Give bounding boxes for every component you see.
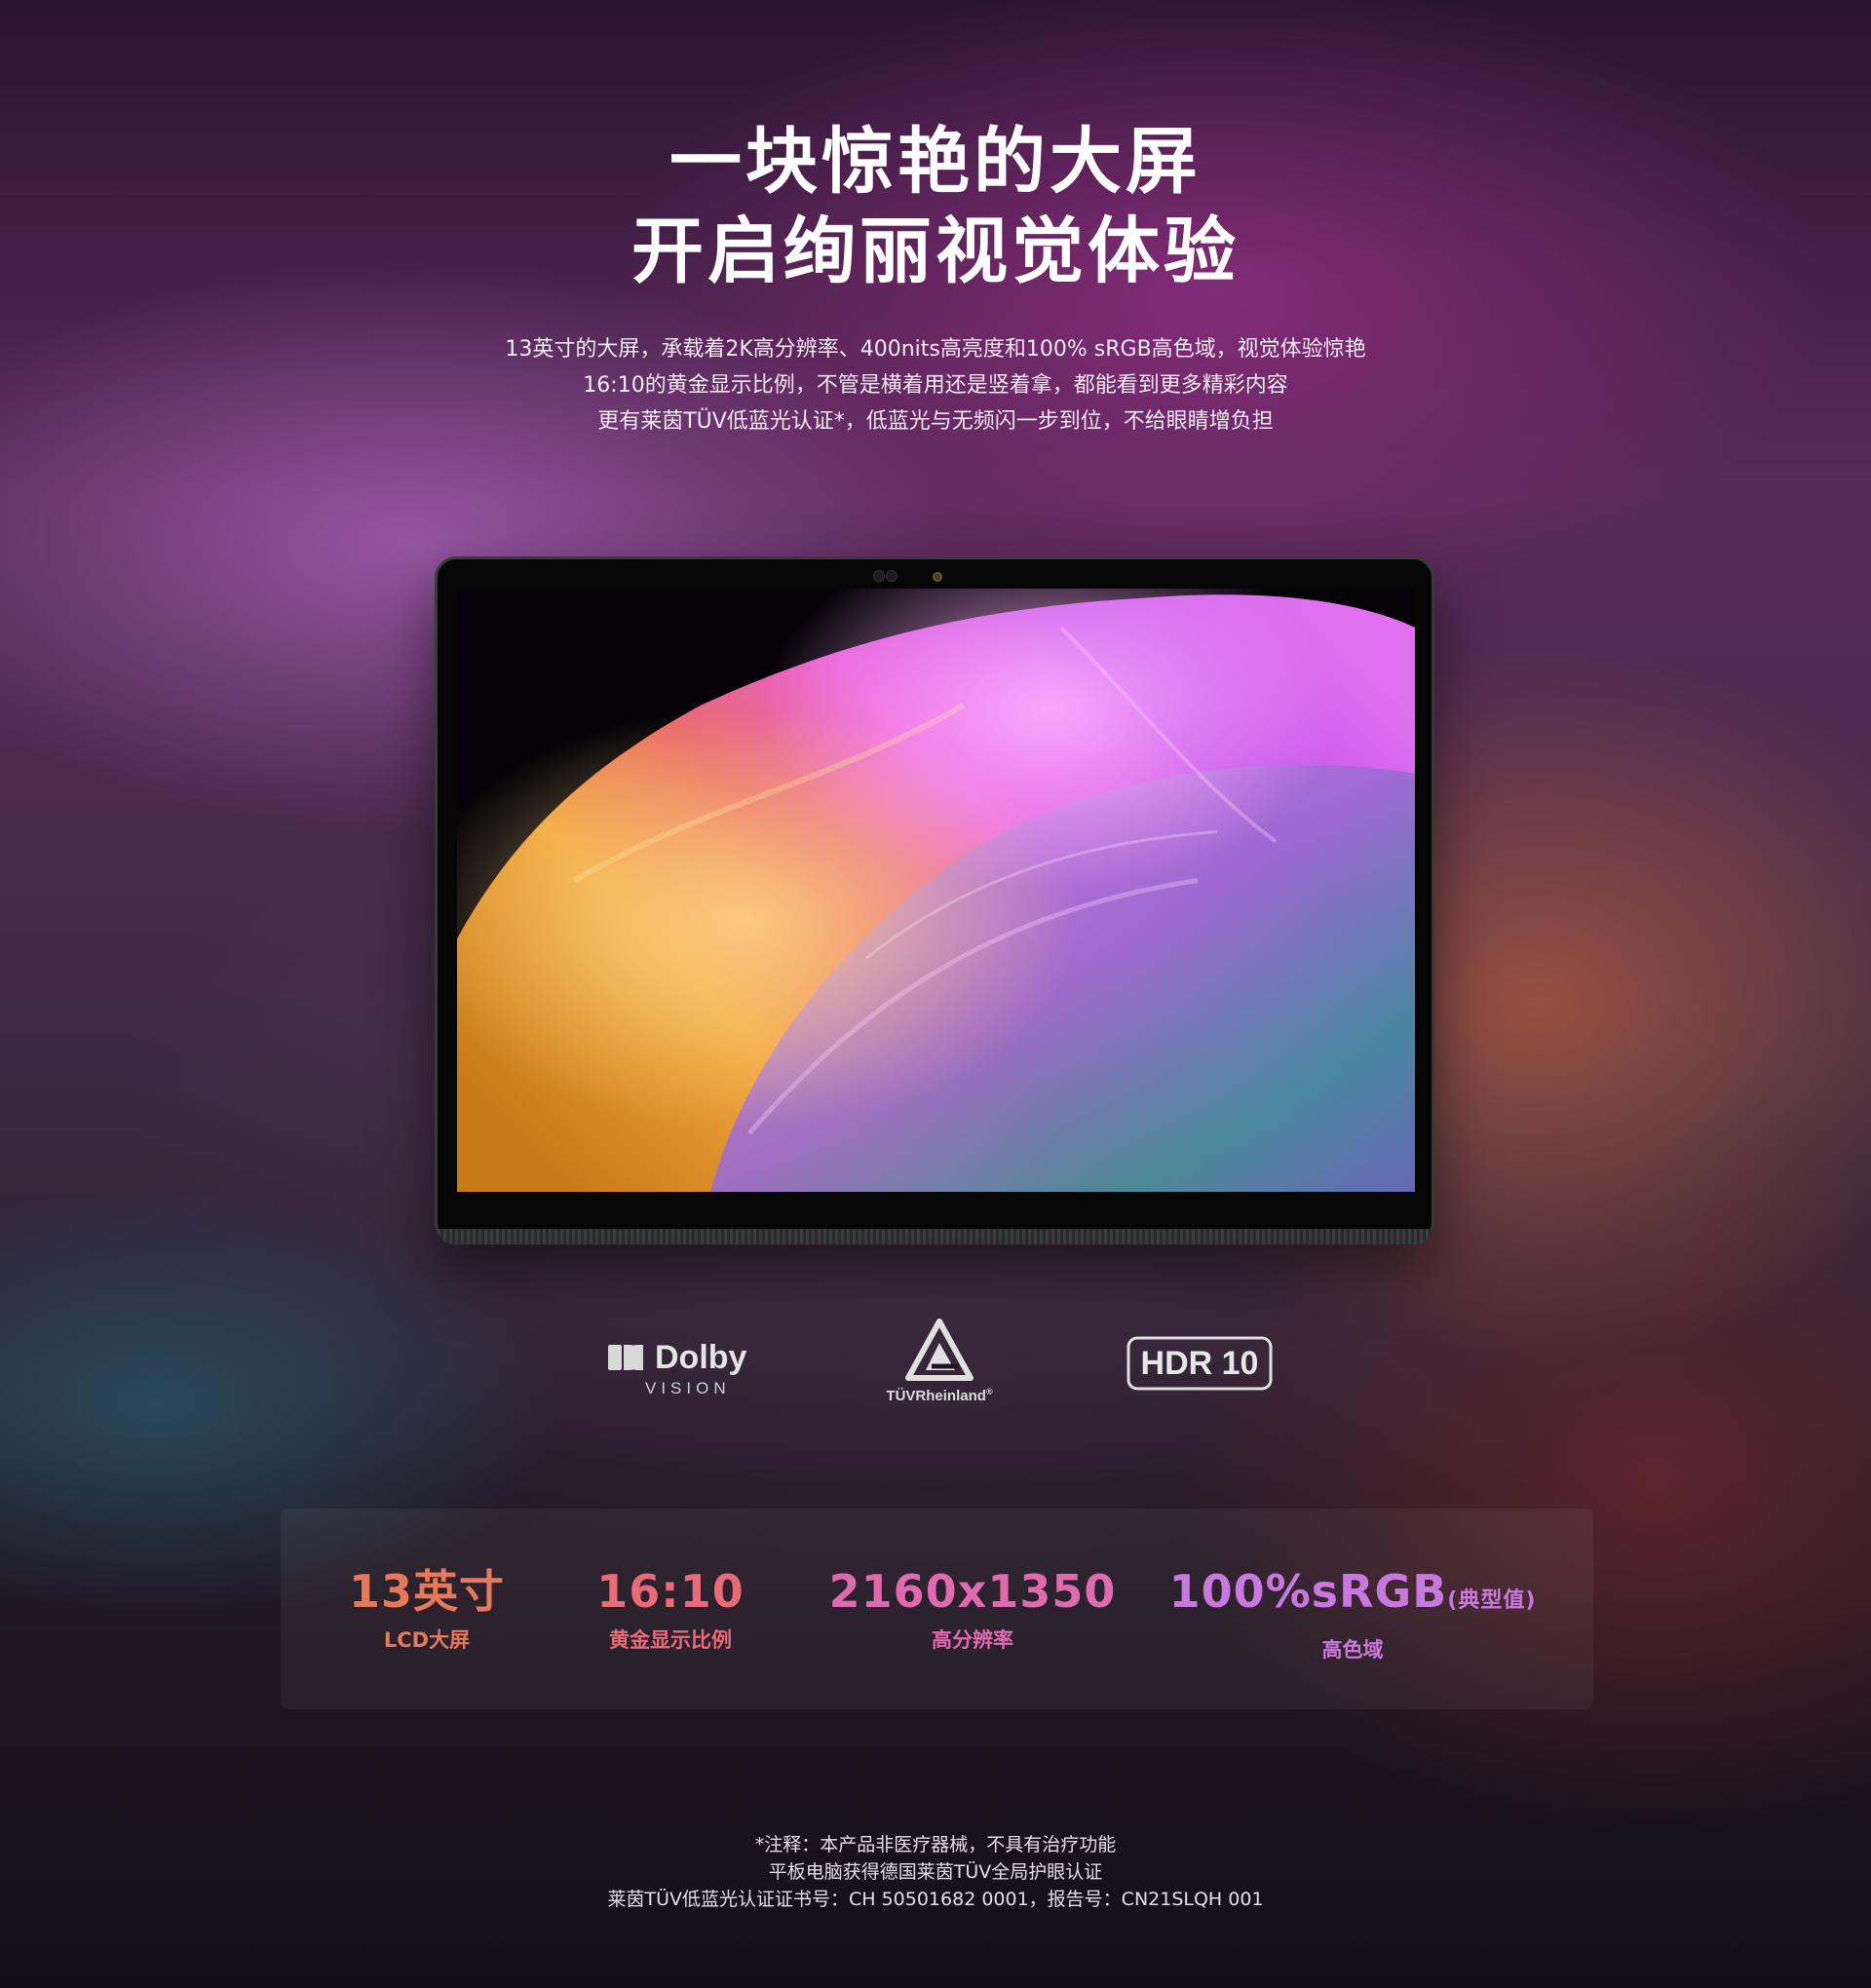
footnote-line-3: 莱茵TÜV低蓝光认证证书号：CH 50501682 0001，报告号：CN21S… — [607, 1889, 1264, 1910]
camera-icon — [933, 572, 942, 582]
hdr10-logo: HDR 10 — [1126, 1336, 1273, 1391]
headline-line-1: 一块惊艳的大屏 — [669, 120, 1202, 204]
description: 13英寸的大屏，承载着2K高分辨率、400nits高亮度和100% sRGB高色… — [0, 331, 1871, 440]
spec-label: 高分辨率 — [932, 1628, 1013, 1652]
tuv-logo-text: TÜVRheinland — [886, 1388, 986, 1404]
footnote-line-1: *注释：本产品非医疗器械，不具有治疗功能 — [754, 1834, 1117, 1855]
sensor-icon — [873, 570, 885, 582]
footnotes: *注释：本产品非医疗器械，不具有治疗功能 平板电脑获得德国莱茵TÜV全局护眼认证… — [0, 1831, 1871, 1913]
dolby-logo-text: Dolby — [655, 1339, 747, 1376]
spec-label: LCD大屏 — [383, 1628, 471, 1652]
description-line-2: 16:10的黄金显示比例，不管是横着用还是竖着拿，都能看到更多精彩内容 — [583, 373, 1288, 398]
tuv-rheinland-logo: TÜVRheinland® — [877, 1318, 1002, 1405]
spec-value: 2160x1350 — [828, 1565, 1117, 1618]
footnote-line-2: 平板电脑获得德国莱茵TÜV全局护眼认证 — [768, 1861, 1103, 1883]
spec-item: 13英寸 LCD大屏 — [320, 1565, 534, 1655]
headline-line-2: 开启绚丽视觉体验 — [631, 210, 1240, 293]
spec-item: 100%sRGB(典型值) 高色域 — [1138, 1565, 1567, 1664]
tablet-screen-image — [457, 589, 1415, 1192]
description-line-3: 更有莱茵TÜV低蓝光认证*，低蓝光与无频闪一步到位，不给眼睛增负担 — [597, 409, 1274, 434]
svg-text:TÜVRheinland®: TÜVRheinland® — [886, 1387, 993, 1404]
specs-panel: 13英寸 LCD大屏 16:10 黄金显示比例 2160x1350 高分辨率 1… — [281, 1509, 1593, 1709]
description-line-1: 13英寸的大屏，承载着2K高分辨率、400nits高亮度和100% sRGB高色… — [505, 337, 1366, 362]
spec-value-wrap: 100%sRGB(典型值) — [1138, 1565, 1567, 1627]
speaker-grille — [438, 1229, 1432, 1244]
headline: 一块惊艳的大屏 开启绚丽视觉体验 — [0, 117, 1871, 296]
registered-mark: ® — [986, 1387, 993, 1396]
spec-value: 100%sRGB — [1168, 1565, 1448, 1618]
spec-item: 16:10 黄金显示比例 — [563, 1565, 778, 1655]
dolby-vision-logo: Dolby VISION — [606, 1337, 762, 1405]
vision-logo-text: VISION — [645, 1379, 731, 1397]
spec-label: 高色域 — [1321, 1638, 1384, 1662]
spec-value: 16:10 — [596, 1565, 745, 1618]
sensor-icon — [886, 570, 897, 582]
spec-item: 2160x1350 高分辨率 — [807, 1565, 1138, 1655]
hdr10-logo-text: HDR 10 — [1141, 1345, 1259, 1382]
spec-value-suffix: (典型值) — [1447, 1588, 1537, 1613]
tablet-device — [435, 556, 1434, 1244]
spec-label: 黄金显示比例 — [609, 1628, 732, 1652]
silk-wallpaper-image — [457, 589, 1415, 1192]
spec-value: 13英寸 — [348, 1565, 505, 1618]
